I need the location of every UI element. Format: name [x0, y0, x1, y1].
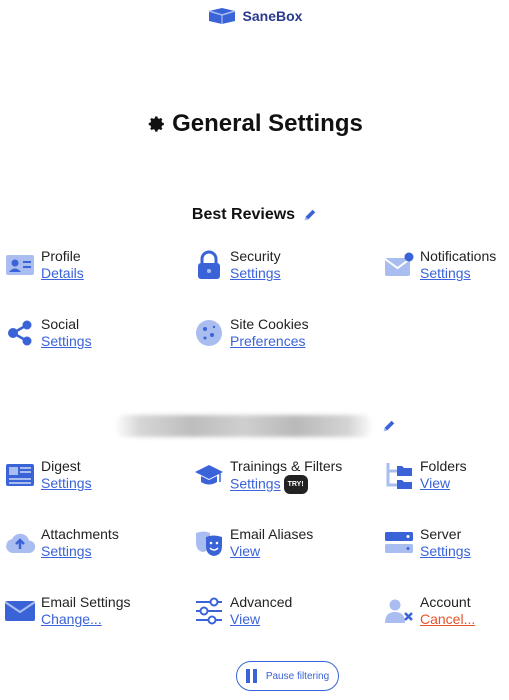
- item-label: Email Aliases: [230, 526, 314, 542]
- server-icon: [384, 528, 414, 558]
- settings-item-server: Server Settings: [384, 526, 471, 560]
- page-title: General Settings: [0, 110, 509, 138]
- cookie-icon: [194, 318, 224, 348]
- site-cookies-preferences-link[interactable]: Preferences: [230, 333, 309, 350]
- settings-item-security: Security Settings: [194, 248, 281, 282]
- id-card-icon: [5, 250, 35, 280]
- item-label: Advanced: [230, 594, 293, 610]
- settings-item-social: Social Settings: [5, 316, 92, 350]
- sliders-icon: [194, 596, 224, 626]
- envelope-icon: [5, 596, 35, 626]
- advanced-view-link[interactable]: View: [230, 611, 292, 628]
- security-settings-link[interactable]: Settings: [230, 265, 281, 282]
- share-icon: [5, 318, 35, 348]
- item-label: Social: [41, 316, 80, 332]
- item-label: Account: [420, 594, 471, 610]
- masks-icon: [194, 528, 224, 558]
- lock-icon: [194, 250, 224, 280]
- settings-item-attachments: Attachments Settings: [5, 526, 119, 560]
- account-cancel-link[interactable]: Cancel...: [420, 611, 475, 628]
- item-label: Digest: [41, 458, 81, 474]
- settings-item-advanced: Advanced View: [194, 594, 292, 628]
- item-label: Folders: [420, 458, 467, 474]
- settings-item-account: Account Cancel...: [384, 594, 475, 628]
- brand-name: SaneBox: [242, 8, 303, 24]
- settings-item-folders: Folders View: [384, 458, 467, 492]
- settings-item-site-cookies: Site Cookies Preferences: [194, 316, 309, 350]
- section-title-best-reviews: Best Reviews: [0, 206, 509, 224]
- sanebox-logo[interactable]: SaneBox: [0, 8, 509, 24]
- folders-icon: [384, 460, 414, 490]
- try-badge: TRY!: [283, 475, 308, 494]
- sanebox-logo-icon: [208, 8, 235, 24]
- redacted-section-title: [113, 415, 374, 437]
- item-label: Notifications: [420, 248, 497, 264]
- attachments-settings-link[interactable]: Settings: [41, 543, 119, 560]
- item-label: Profile: [41, 248, 81, 264]
- profile-details-link[interactable]: Details: [41, 265, 84, 282]
- item-label: Server: [420, 526, 462, 542]
- pause-icon: [245, 669, 258, 683]
- digest-settings-link[interactable]: Settings: [41, 475, 92, 492]
- settings-item-email-aliases: Email Aliases View: [194, 526, 313, 560]
- item-label: Trainings & Filters: [230, 458, 343, 474]
- item-label: Attachments: [41, 526, 119, 542]
- item-label: Security: [230, 248, 281, 264]
- notifications-settings-link[interactable]: Settings: [420, 265, 496, 282]
- folders-view-link[interactable]: View: [420, 475, 467, 492]
- section-title-redacted: [0, 415, 509, 437]
- settings-item-email-settings: Email Settings Change...: [5, 594, 130, 628]
- pencil-icon[interactable]: [382, 419, 396, 433]
- email-settings-change-link[interactable]: Change...: [41, 611, 130, 628]
- trainings-filters-settings-link[interactable]: Settings: [230, 476, 281, 492]
- settings-item-profile: Profile Details: [5, 248, 84, 282]
- user-remove-icon: [384, 596, 414, 626]
- envelope-notification-icon: [384, 250, 414, 280]
- cloud-upload-icon: [5, 528, 35, 558]
- pencil-icon[interactable]: [303, 208, 317, 222]
- settings-item-trainings-filters: Trainings & Filters Settings TRY!: [194, 458, 342, 494]
- section-title-text: Best Reviews: [191, 206, 296, 223]
- social-settings-link[interactable]: Settings: [41, 333, 92, 350]
- pause-filtering-label: Pause filtering: [265, 670, 330, 682]
- item-label: Site Cookies: [230, 316, 309, 332]
- pause-filtering-button[interactable]: Pause filtering: [236, 661, 339, 691]
- digest-icon: [5, 460, 35, 490]
- page-title-text: General Settings: [172, 110, 363, 137]
- email-aliases-view-link[interactable]: View: [230, 543, 313, 560]
- graduation-cap-icon: [194, 460, 224, 490]
- settings-item-digest: Digest Settings: [5, 458, 92, 492]
- gear-icon: [148, 116, 164, 132]
- server-settings-link[interactable]: Settings: [420, 543, 471, 560]
- item-label: Email Settings: [41, 594, 131, 610]
- settings-item-notifications: Notifications Settings: [384, 248, 496, 282]
